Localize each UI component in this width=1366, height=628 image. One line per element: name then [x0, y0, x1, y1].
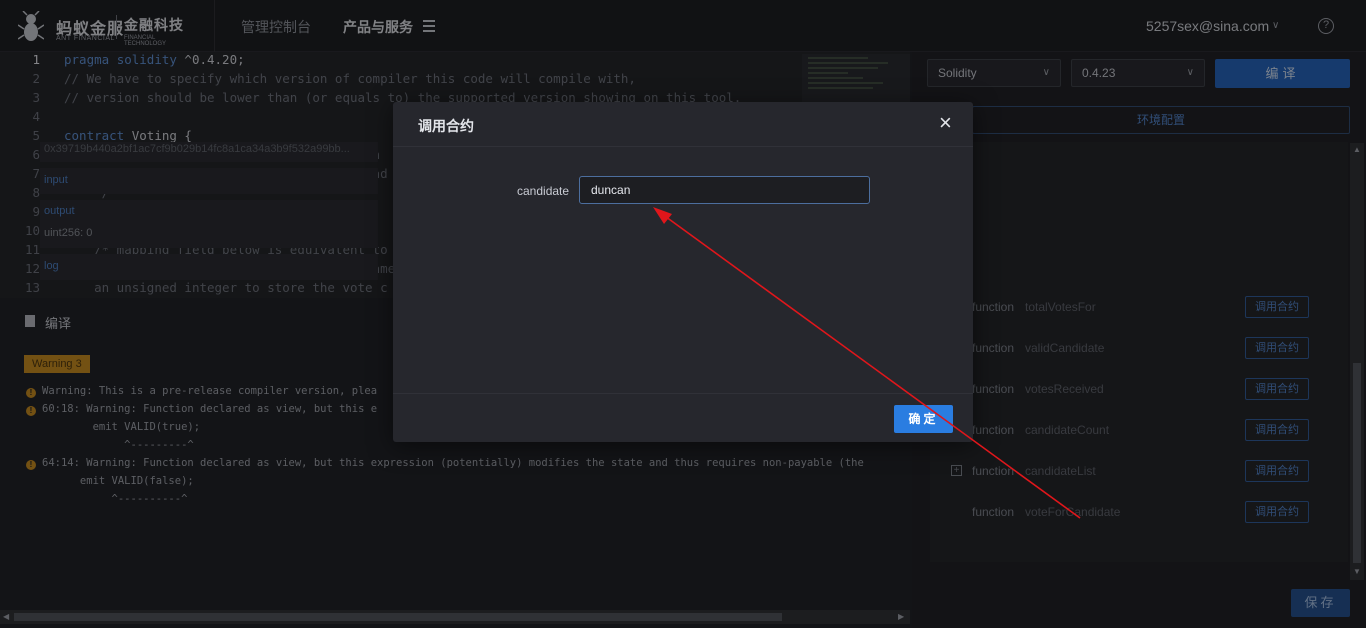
dialog-footer-divider	[393, 393, 973, 394]
call-contract-dialog: 调用合约 × candidate 确定	[393, 102, 973, 442]
dialog-header-divider	[393, 146, 973, 147]
close-icon[interactable]: ×	[939, 112, 952, 134]
dialog-title: 调用合约	[418, 118, 474, 134]
confirm-button[interactable]: 确定	[894, 405, 953, 433]
candidate-field-label: candidate	[517, 184, 570, 198]
candidate-input[interactable]	[579, 176, 870, 204]
